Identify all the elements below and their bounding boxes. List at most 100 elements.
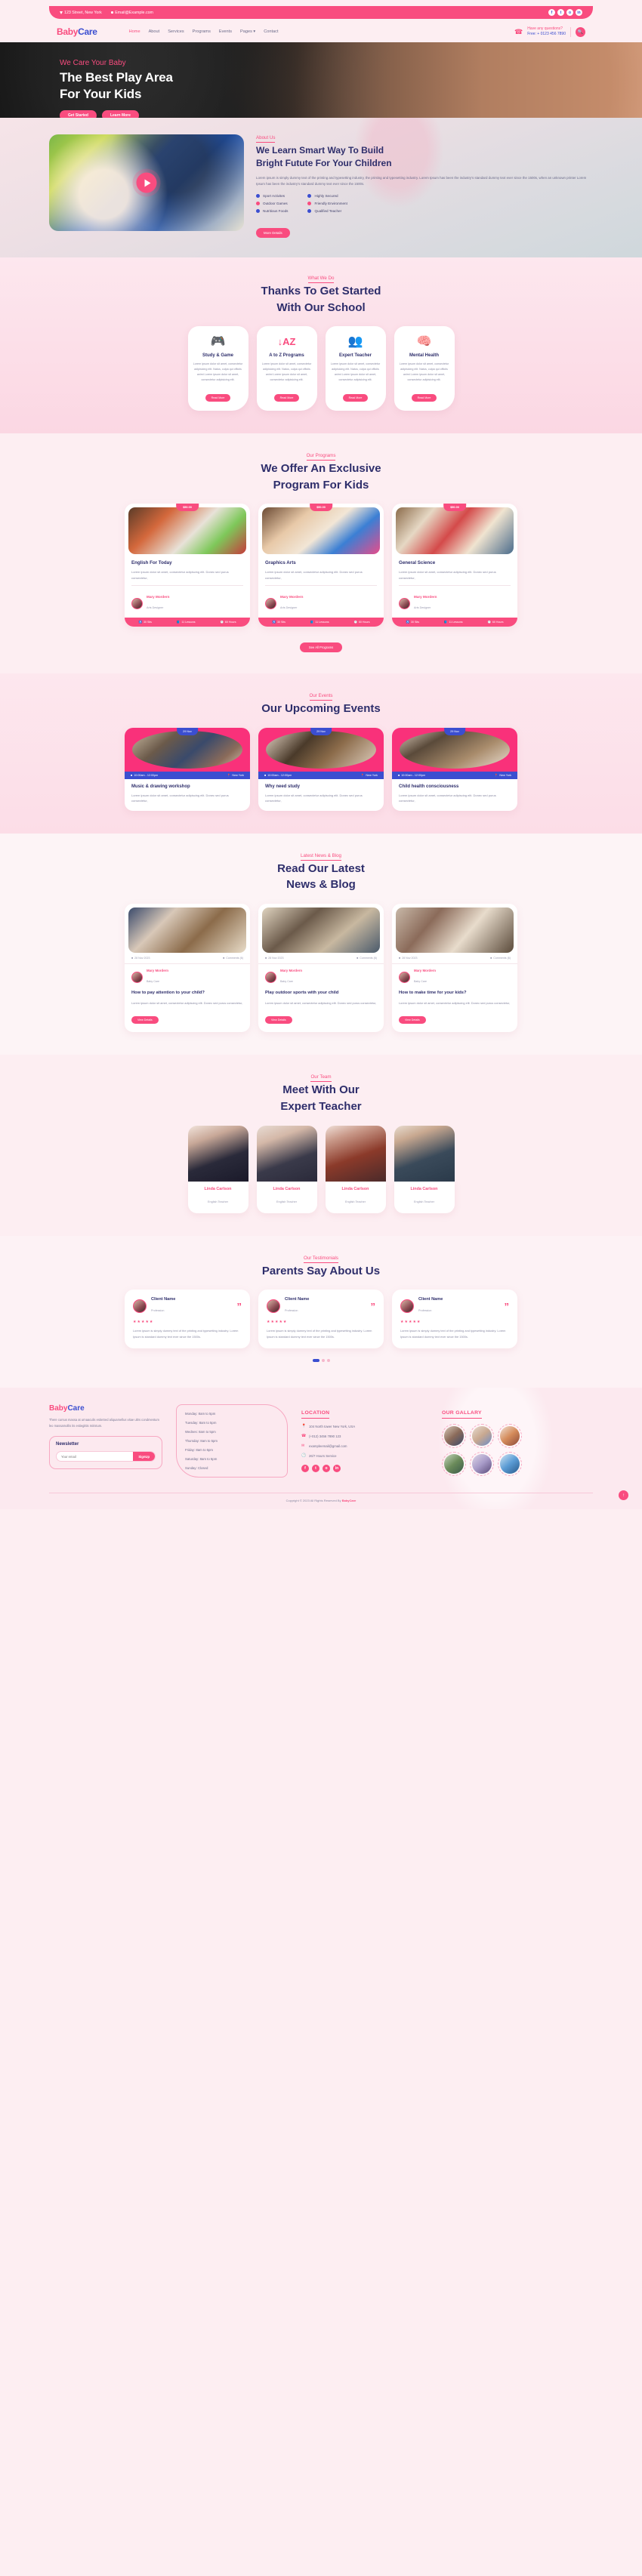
instagram-icon[interactable]: o (323, 1465, 330, 1473)
list-item: Sport Activites (256, 193, 288, 198)
service-card-expert-teacher[interactable]: 👥 Expert Teacher Lorem ipsum dolor sit a… (325, 326, 386, 411)
read-more-button[interactable]: Read More (205, 393, 231, 402)
footer-logo[interactable]: BabyCare (49, 1404, 162, 1413)
calendar-icon: ■ (265, 957, 267, 960)
topbar-address: 123 Street, New York (60, 11, 102, 15)
about-video-thumbnail[interactable] (49, 134, 244, 231)
service-card-title: Expert Teacher (339, 353, 372, 359)
nav-item-programs[interactable]: Programs (193, 29, 211, 34)
gallery-thumb[interactable] (498, 1424, 522, 1449)
location-phone[interactable]: ☎ (+012) 3456 7890 123 (301, 1434, 428, 1438)
nav-item-about[interactable]: About (149, 29, 160, 34)
newsletter-email-input[interactable] (57, 1452, 134, 1462)
team-label: Our Team (49, 1074, 593, 1083)
learn-more-button[interactable]: Learn More (101, 109, 139, 118)
program-card[interactable]: $50.00 Graphics Arts Lorem ipsum dolor s… (258, 504, 384, 627)
play-icon[interactable] (136, 172, 157, 193)
event-card[interactable]: 29 Nov ■ 10:00am - 12:00pm 📍 New York Musi… (125, 727, 250, 811)
facebook-icon[interactable]: f (301, 1465, 309, 1473)
blog-card[interactable]: ■ 28 Nov 2023 ■ Comments (6) Mary Mordern … (125, 904, 250, 1033)
rating-stars: ★★★★★ (133, 1320, 154, 1325)
newsletter-signup-button[interactable]: SignUp (133, 1452, 155, 1462)
twitter-icon[interactable]: t (557, 9, 564, 16)
read-more-button[interactable]: Read More (411, 393, 437, 402)
calendar-icon: ■ (398, 773, 400, 777)
search-icon[interactable]: 🔍 (576, 26, 585, 37)
nav-item-events[interactable]: Events (219, 29, 232, 34)
blog-card[interactable]: ■ 28 Nov 2023 ■ Comments (6) Mary Mordern … (392, 904, 517, 1033)
service-card-mental-health[interactable]: 🧠 Mental Health Lorem ipsum dolor sit am… (394, 326, 455, 411)
service-card-body: Lorem ipsum dolor sit amet, consectetur … (193, 362, 243, 381)
footer: BabyCare There cursus massa at urnaaculi… (0, 1388, 642, 1510)
see-all-programs-button[interactable]: See All Programs (299, 642, 343, 653)
program-title: English For Today (131, 560, 172, 566)
book-icon: 📘 (176, 621, 181, 624)
stat-sits: ♿ 30 Sits (272, 621, 286, 624)
gallery-thumb[interactable] (442, 1452, 466, 1477)
events-label: Our Events (49, 693, 593, 701)
arrow-up-icon[interactable]: ↑ (619, 1490, 628, 1501)
events-section: Our Events Our Upcoming Events 29 Nov ■ 1… (0, 673, 642, 834)
get-started-button[interactable]: Get Started (60, 109, 97, 118)
read-more-button[interactable]: Read More (273, 393, 300, 402)
read-more-button[interactable]: Read More (342, 393, 369, 402)
view-details-button[interactable]: View Details (265, 1016, 292, 1025)
book-icon: 📘 (310, 621, 314, 624)
view-details-button[interactable]: View Details (399, 1016, 426, 1025)
service-card-study-game[interactable]: 🎮 Study & Game Lorem ipsum dolor sit ame… (187, 326, 248, 411)
nav-item-contact[interactable]: Contact (264, 29, 278, 34)
footer-gallery-column: OUR GALLARY (442, 1404, 593, 1477)
blog-section: Latest News & Blog Read Our Latest News … (0, 833, 642, 1055)
carousel-dot-2[interactable] (321, 1359, 325, 1363)
avatar (400, 1299, 414, 1314)
client-name: Client Name (418, 1297, 443, 1302)
event-card[interactable]: 29 Nov ■ 10:00am - 12:00pm 📍 New York Why … (258, 727, 384, 811)
testimonials-section: Our Testimonials Parents Say About Us Cl… (0, 1235, 642, 1388)
blog-post-body: Lorem ipsum dolor sit amet, consectetur … (399, 1000, 511, 1005)
facebook-icon[interactable]: f (548, 9, 555, 16)
gallery-thumb[interactable] (470, 1452, 494, 1477)
team-member-card[interactable]: Linda Carlson English Teacher (187, 1125, 248, 1213)
about-list-right: Highly Secured Friendly Environment Qual… (307, 193, 347, 217)
service-card-title: A to Z Programs (269, 353, 304, 359)
team-member-card[interactable]: Linda Carlson English Teacher (256, 1125, 317, 1213)
instagram-icon[interactable]: o (566, 9, 573, 16)
gallery-thumb[interactable] (470, 1424, 494, 1449)
hours-item: Monday: 8am to 5pm (185, 1412, 216, 1416)
program-card[interactable]: $50.00 English For Today Lorem ipsum dol… (125, 504, 250, 627)
carousel-dot-3[interactable] (326, 1359, 330, 1363)
event-title: Why need study (265, 784, 301, 789)
linkedin-icon[interactable]: in (576, 9, 582, 16)
view-details-button[interactable]: View Details (131, 1016, 159, 1025)
location-email[interactable]: ✉ exampleemail@gmail.com (301, 1444, 428, 1448)
nav-item-services[interactable]: Services (168, 29, 184, 34)
linkedin-icon[interactable]: in (333, 1465, 341, 1473)
program-image (128, 507, 246, 555)
gallery-thumb[interactable] (498, 1452, 522, 1477)
service-card-a-to-z[interactable]: ↓A​Z A to Z Programs Lorem ipsum dolor s… (256, 326, 317, 411)
nav-contact-block: Have any questions? Free: + 0123 456 789… (527, 26, 566, 38)
service-card-title: Mental Health (409, 353, 439, 359)
quote-icon: ” (236, 1300, 242, 1312)
rating-stars: ★★★★★ (267, 1320, 288, 1325)
team-member-card[interactable]: Linda Carlson English Teacher (325, 1125, 386, 1213)
team-member-card[interactable]: Linda Carlson English Teacher (394, 1125, 455, 1213)
envelope-icon: ✉ (301, 1444, 305, 1449)
program-card[interactable]: $50.00 General Science Lorem ipsum dolor… (392, 504, 517, 627)
nav-item-pages[interactable]: Pages ▾ (240, 29, 255, 34)
event-card[interactable]: 29 Nov ■ 10:00am - 12:00pm 📍 New York Chil… (392, 727, 517, 811)
topbar-email[interactable]: Email@Example.com (110, 11, 153, 15)
logo-part-care: Care (78, 26, 97, 37)
hero-title: The Best Play Area For Your Kids (60, 69, 582, 103)
stat-hours: 🕐 60 Hours (487, 621, 504, 624)
site-logo[interactable]: BabyCare (57, 26, 97, 37)
about-heading-line1: We Learn Smart Way To Build (256, 145, 384, 156)
gallery-thumb[interactable] (442, 1424, 466, 1449)
nav-item-home[interactable]: Home (129, 29, 140, 34)
quote-icon: ” (370, 1300, 376, 1312)
twitter-icon[interactable]: t (312, 1465, 319, 1473)
carousel-dot-1[interactable] (312, 1359, 319, 1363)
blog-card[interactable]: ■ 28 Nov 2023 ■ Comments (6) Mary Mordern … (258, 904, 384, 1033)
more-details-button[interactable]: More Details (256, 227, 290, 238)
event-title: Music & drawing workshop (131, 784, 190, 789)
